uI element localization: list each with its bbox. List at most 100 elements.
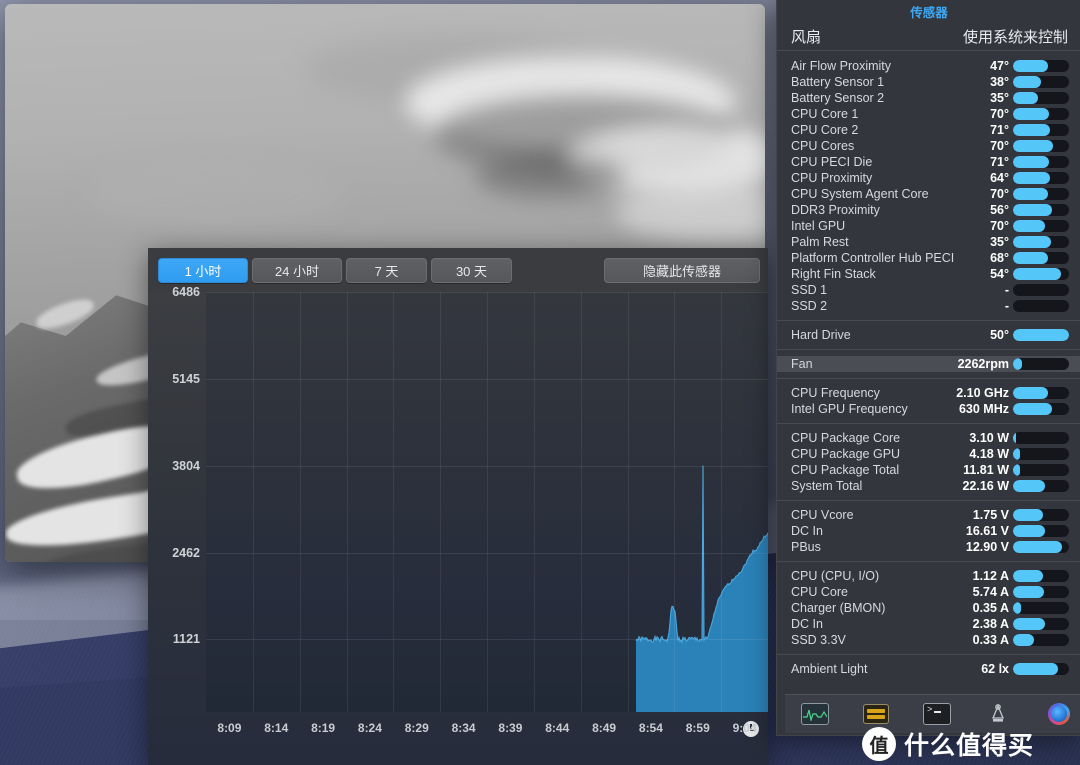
sensor-row-selected[interactable]: Fan 2262rpm <box>777 356 1080 372</box>
fan-control-icon[interactable] <box>983 703 1013 725</box>
tab-24-hours[interactable]: 24 小时 <box>252 258 342 283</box>
sensor-bar-fill <box>1013 602 1022 614</box>
sensor-row[interactable]: Charger (BMON) 0.35 A <box>777 600 1080 616</box>
tab-7-days[interactable]: 7 天 <box>346 258 427 283</box>
sensor-name: CPU Package Core <box>791 431 901 445</box>
sensor-value: 2262rpm <box>957 357 1009 371</box>
sensor-value: 38° <box>990 75 1009 89</box>
hide-sensor-button[interactable]: 隐藏此传感器 <box>604 258 760 283</box>
sensor-bar <box>1013 525 1069 537</box>
sensor-name: Charger (BMON) <box>791 601 886 615</box>
sensor-name: System Total <box>791 479 863 493</box>
sensor-bar-fill <box>1013 663 1058 675</box>
ekg-monitor-icon[interactable] <box>800 703 830 725</box>
sensor-row[interactable]: DC In 2.38 A <box>777 616 1080 632</box>
sensor-value: 16.61 V <box>965 524 1009 538</box>
sensor-bar-fill <box>1013 140 1053 152</box>
sensor-value: 64° <box>990 171 1009 185</box>
sensor-bar <box>1013 432 1069 444</box>
sensor-name: Air Flow Proximity <box>791 59 892 73</box>
sensor-value: 71° <box>990 155 1009 169</box>
sensor-row[interactable]: SSD 1 - <box>777 282 1080 298</box>
sensor-row[interactable]: CPU Proximity 64° <box>777 170 1080 186</box>
sensor-row[interactable]: DC In 16.61 V <box>777 523 1080 539</box>
sensor-bar-fill <box>1013 586 1045 598</box>
sensor-row[interactable]: Platform Controller Hub PECI 68° <box>777 250 1080 266</box>
sensor-name: CPU PECI Die <box>791 155 873 169</box>
sensor-row[interactable]: System Total 22.16 W <box>777 478 1080 494</box>
sensor-bar-fill <box>1013 188 1048 200</box>
sensor-bar <box>1013 329 1069 341</box>
sensor-row[interactable]: Battery Sensor 2 35° <box>777 90 1080 106</box>
sensor-name: Intel GPU Frequency <box>791 402 908 416</box>
x-tick-label: 8:19 <box>311 721 336 735</box>
gridline-vertical <box>627 292 629 712</box>
sensor-row[interactable]: CPU Frequency 2.10 GHz <box>777 385 1080 401</box>
y-tick-label: 2462 <box>172 545 200 560</box>
sensor-value: 12.90 V <box>965 540 1009 554</box>
sensor-bar-fill <box>1013 432 1017 444</box>
chart-plot[interactable] <box>206 292 768 712</box>
gridline-vertical <box>346 292 348 712</box>
sensor-row[interactable]: CPU Vcore 1.75 V <box>777 507 1080 523</box>
sensor-row[interactable]: Ambient Light 62 lx <box>777 661 1080 677</box>
sensor-row[interactable]: CPU Cores 70° <box>777 138 1080 154</box>
sensor-row[interactable]: Battery Sensor 1 38° <box>777 74 1080 90</box>
sensor-name: SSD 3.3V <box>791 633 846 647</box>
sensor-row[interactable]: DDR3 Proximity 56° <box>777 202 1080 218</box>
lcd-readout-icon[interactable] <box>861 703 891 725</box>
tab-1-hour[interactable]: 1 小时 <box>158 258 248 283</box>
sensor-value: 70° <box>990 107 1009 121</box>
sensor-row[interactable]: CPU Package GPU 4.18 W <box>777 446 1080 462</box>
sensor-row[interactable]: CPU Package Total 11.81 W <box>777 462 1080 478</box>
sensor-value: 70° <box>990 139 1009 153</box>
x-tick-label: 8:09 <box>217 721 242 735</box>
sensor-group-frequencies: CPU Frequency 2.10 GHz Intel GPU Frequency… <box>777 378 1080 423</box>
sensor-name: PBus <box>791 540 821 554</box>
sensor-bar <box>1013 204 1069 216</box>
sensor-row[interactable]: CPU Package Core 3.10 W <box>777 430 1080 446</box>
sensor-group-temperatures: Air Flow Proximity 47° Battery Sensor 1 38°… <box>777 52 1080 320</box>
x-tick-label: 8:49 <box>592 721 617 735</box>
sensor-name: CPU Proximity <box>791 171 873 185</box>
sensor-name: CPU Core 1 <box>791 107 859 121</box>
sensor-row[interactable]: Intel GPU 70° <box>777 218 1080 234</box>
sensor-row[interactable]: Intel GPU Frequency 630 MHz <box>777 401 1080 417</box>
sensor-row[interactable]: Air Flow Proximity 47° <box>777 58 1080 74</box>
gauge-dial-icon[interactable] <box>1044 703 1074 725</box>
panel-title: 传感器 <box>910 6 948 20</box>
sensor-row[interactable]: PBus 12.90 V <box>777 539 1080 555</box>
sensor-row[interactable]: Hard Drive 50° <box>777 327 1080 343</box>
sensor-row[interactable]: CPU Core 5.74 A <box>777 584 1080 600</box>
sensor-name: CPU Core <box>791 585 848 599</box>
sensor-row[interactable]: CPU (CPU, I/O) 1.12 A <box>777 568 1080 584</box>
sensor-row[interactable]: CPU System Agent Core 70° <box>777 186 1080 202</box>
sensor-bar-fill <box>1013 60 1048 72</box>
sensor-bar <box>1013 586 1069 598</box>
sensor-value: 11.81 W <box>963 463 1009 477</box>
x-tick-label: 8:24 <box>357 721 382 735</box>
sensor-name: CPU Vcore <box>791 508 854 522</box>
sensor-row[interactable]: CPU Core 2 71° <box>777 122 1080 138</box>
sensor-row[interactable]: Palm Rest 35° <box>777 234 1080 250</box>
sensor-row[interactable]: CPU Core 1 70° <box>777 106 1080 122</box>
sensor-value: 4.18 W <box>969 447 1009 461</box>
sensor-bar <box>1013 236 1069 248</box>
sensor-value: 71° <box>990 123 1009 137</box>
sensor-row[interactable]: CPU PECI Die 71° <box>777 154 1080 170</box>
sensor-group-power: CPU Package Core 3.10 W CPU Package GPU 4.1… <box>777 423 1080 500</box>
fan-control-mode[interactable]: 使用系统来控制 <box>963 26 1068 47</box>
sensor-name: SSD 2 <box>791 299 828 313</box>
sensor-value: 35° <box>990 235 1009 249</box>
sensor-name: CPU Core 2 <box>791 123 859 137</box>
sensor-bar-fill <box>1013 156 1049 168</box>
sensor-row[interactable]: SSD 3.3V 0.33 A <box>777 632 1080 648</box>
sensor-name: Battery Sensor 2 <box>791 91 885 105</box>
sensor-row[interactable]: Right Fin Stack 54° <box>777 266 1080 282</box>
terminal-icon[interactable] <box>922 703 952 725</box>
tab-30-days[interactable]: 30 天 <box>431 258 512 283</box>
sensor-bar <box>1013 252 1069 264</box>
sensor-row[interactable]: SSD 2 - <box>777 298 1080 314</box>
sensor-bar <box>1013 60 1069 72</box>
screen: 1 小时 24 小时 7 天 30 天 隐藏此传感器 6486 5145 3804 2… <box>0 0 1080 765</box>
